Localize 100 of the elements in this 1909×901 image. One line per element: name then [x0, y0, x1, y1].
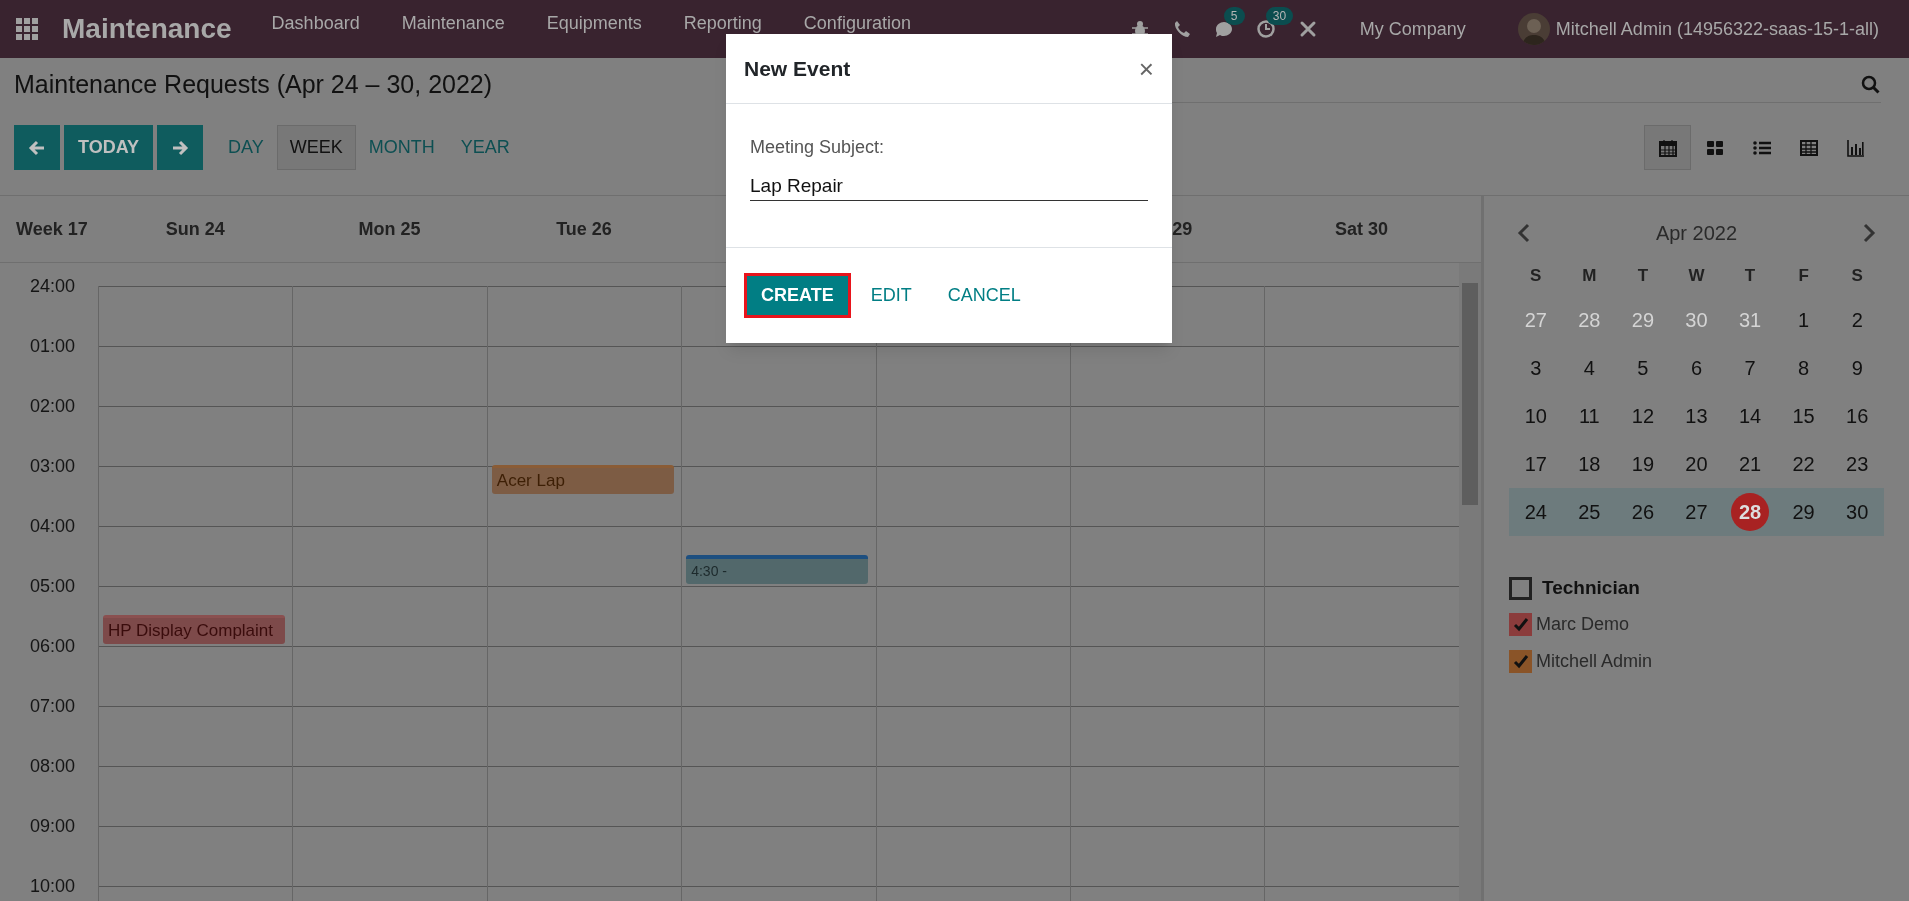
- calendar-day[interactable]: 27: [1685, 497, 1708, 527]
- calendar-event[interactable]: Acer Lap: [491, 465, 674, 494]
- arrow-right-icon: [171, 138, 190, 157]
- table-icon: [1798, 137, 1819, 158]
- calendar-day[interactable]: 13: [1685, 401, 1708, 431]
- company-switcher[interactable]: My Company: [1359, 15, 1466, 43]
- calendar-day[interactable]: 16: [1846, 401, 1869, 431]
- checkbox[interactable]: [1509, 576, 1532, 600]
- day-header: Sat 30: [1335, 217, 1389, 241]
- calendar-day[interactable]: 17: [1524, 449, 1547, 479]
- notification-badge: 30: [1265, 7, 1294, 25]
- subject-input[interactable]: Lap Repair: [750, 171, 1148, 201]
- weekday-label: S: [1530, 265, 1542, 288]
- view-mode-tab[interactable]: WEEK: [276, 125, 356, 170]
- menu-item[interactable]: Equipments: [546, 13, 642, 33]
- user-name[interactable]: Mitchell Admin (14956322-saas-15-1-all): [1555, 15, 1879, 43]
- app-name: Maintenance: [62, 12, 232, 46]
- calendar-day[interactable]: 4: [1583, 353, 1595, 383]
- calendar-day[interactable]: 1: [1798, 305, 1810, 335]
- time-label: 08:00: [29, 755, 77, 777]
- weekday-label: M: [1582, 265, 1597, 288]
- calendar-day[interactable]: 3: [1530, 353, 1542, 383]
- calendar-day[interactable]: 30: [1685, 305, 1708, 335]
- apps-menu-icon[interactable]: [16, 18, 38, 40]
- time-label: 07:00: [29, 695, 77, 717]
- calendar-day[interactable]: 25: [1578, 497, 1601, 527]
- calendar-day[interactable]: 20: [1685, 449, 1708, 479]
- calendar-day[interactable]: 8: [1798, 353, 1810, 383]
- calendar-day[interactable]: 15: [1792, 401, 1815, 431]
- time-label: 04:00: [29, 515, 77, 537]
- menu-item[interactable]: Dashboard: [271, 13, 360, 33]
- filter-label: Marc Demo: [1536, 613, 1629, 636]
- previous-button[interactable]: [14, 125, 60, 170]
- weekday-label: S: [1851, 265, 1863, 288]
- calendar-day[interactable]: 5: [1637, 353, 1649, 383]
- calendar-day[interactable]: 30: [1846, 497, 1869, 527]
- dialog-link-button[interactable]: CANCEL: [931, 273, 1037, 318]
- chat-bubble-icon[interactable]: [1213, 19, 1234, 39]
- calendar-event[interactable]: 4:30 -: [686, 555, 869, 584]
- dialog-title: New Event: [744, 55, 851, 82]
- calendar-day[interactable]: 26: [1631, 497, 1655, 527]
- calendar-day[interactable]: 18: [1578, 449, 1601, 479]
- calendar-day[interactable]: 2: [1851, 305, 1863, 335]
- calendar-day[interactable]: 11: [1578, 401, 1600, 431]
- time-label: 06:00: [29, 635, 77, 657]
- calendar-day[interactable]: 23: [1846, 449, 1869, 479]
- calendar-day[interactable]: 9: [1851, 353, 1863, 383]
- today-button[interactable]: TODAY: [64, 125, 154, 170]
- filter-label: Mitchell Admin: [1536, 650, 1653, 673]
- dialog-link-button[interactable]: EDIT: [854, 273, 928, 318]
- time-label: 03:00: [29, 455, 77, 477]
- menu-item[interactable]: Reporting: [683, 13, 762, 33]
- clock-icon[interactable]: [1255, 19, 1276, 39]
- calendar-day[interactable]: 10: [1524, 401, 1547, 431]
- time-label: 10:00: [29, 875, 77, 897]
- calendar-day[interactable]: 7: [1744, 353, 1756, 383]
- next-button[interactable]: [157, 125, 204, 170]
- menu-item[interactable]: Configuration: [803, 13, 911, 33]
- close-button[interactable]: ×: [1138, 55, 1154, 82]
- user-avatar[interactable]: [1517, 13, 1550, 45]
- time-label: 05:00: [29, 575, 77, 597]
- calendar-day[interactable]: 14: [1738, 401, 1762, 431]
- calendar-day[interactable]: 24: [1524, 497, 1547, 527]
- scrollbar[interactable]: [1459, 263, 1481, 901]
- time-label: 02:00: [29, 395, 77, 417]
- today-marker[interactable]: 28: [1731, 493, 1770, 531]
- calendar-day[interactable]: 27: [1524, 305, 1547, 335]
- calendar-day[interactable]: 12: [1631, 401, 1655, 431]
- time-label: 01:00: [29, 335, 77, 357]
- day-header: Tue 26: [556, 217, 612, 241]
- create-button[interactable]: CREATE: [744, 273, 851, 318]
- page-title: Maintenance Requests (Apr 24 – 30, 2022): [14, 69, 493, 101]
- field-label: Meeting Subject:: [750, 136, 886, 159]
- view-switch-button[interactable]: [1644, 125, 1691, 170]
- calendar-day[interactable]: 21: [1738, 449, 1762, 479]
- selected-week-row[interactable]: 24 25 26 27 28 29 30: [1509, 488, 1884, 536]
- calendar-day[interactable]: 29: [1792, 497, 1815, 527]
- calendar-day[interactable]: 29: [1631, 305, 1655, 335]
- chevron-right-icon[interactable]: [1862, 223, 1876, 243]
- calendar-icon: [1657, 137, 1678, 158]
- color-checkbox[interactable]: [1509, 613, 1532, 636]
- calendar-day[interactable]: 28: [1578, 305, 1601, 335]
- notification-badge: 5: [1223, 7, 1245, 25]
- weekday-label: T: [1637, 265, 1649, 288]
- weekday-label: W: [1688, 265, 1705, 288]
- calendar-day[interactable]: 6: [1690, 353, 1703, 383]
- time-label: 09:00: [29, 815, 77, 837]
- weekday-label: F: [1798, 265, 1809, 288]
- weekday-label: T: [1744, 265, 1756, 288]
- chevron-left-icon[interactable]: [1517, 223, 1531, 243]
- bar-chart-icon: [1845, 137, 1866, 158]
- calendar-day[interactable]: 22: [1792, 449, 1815, 479]
- filter-title: Technician: [1542, 575, 1640, 600]
- day-header: Mon 25: [358, 217, 421, 241]
- day-header: Sun 24: [165, 217, 225, 241]
- calendar-day[interactable]: 31: [1738, 305, 1762, 335]
- search-icon[interactable]: [1861, 74, 1881, 95]
- menu-item[interactable]: Maintenance: [401, 13, 505, 33]
- calendar-day[interactable]: 19: [1631, 449, 1655, 479]
- color-checkbox[interactable]: [1509, 650, 1532, 673]
